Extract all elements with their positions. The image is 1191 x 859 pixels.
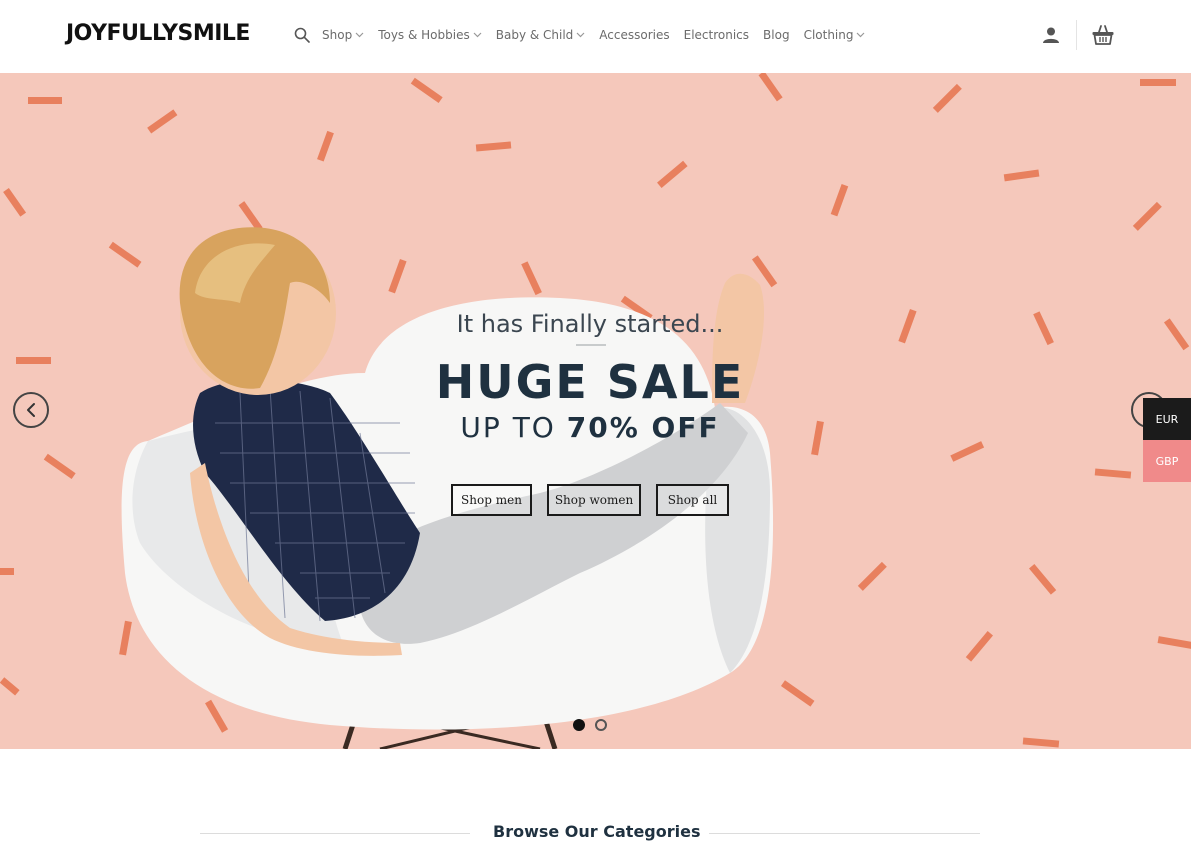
nav-item-label: Baby & Child [495, 28, 574, 42]
chevron-left-icon [27, 403, 35, 417]
heading-content: Browse Our Categories [485, 822, 701, 841]
nav-item-label: Shop [322, 28, 353, 42]
hero-kicker: It has Finally started... [420, 310, 760, 338]
basket-icon[interactable] [1091, 23, 1115, 47]
currency-option-eur[interactable]: EUR [1143, 398, 1191, 440]
nav-item-clothing[interactable]: Clothing [804, 28, 866, 42]
site-header: JOYFULLYSMILE Shop Toys & Hobbies Baby &… [0, 0, 1191, 73]
search-icon[interactable] [294, 27, 310, 43]
nav-item-accessories[interactable]: Accessories [599, 28, 669, 42]
hero-subtitle: UP TO 70% OFF [400, 411, 780, 444]
nav-item-label: Accessories [599, 28, 670, 42]
slider-dot-2[interactable] [595, 719, 607, 731]
nav-item-label: Electronics [683, 28, 750, 42]
user-icon[interactable] [1042, 26, 1060, 44]
shop-men-button[interactable]: Shop men [451, 484, 532, 516]
nav-item-label: Toys & Hobbies [378, 28, 470, 42]
hero-kicker-underline [576, 344, 606, 346]
hero-buttons: Shop men Shop women Shop all [451, 484, 744, 516]
nav-item-label: Clothing [803, 28, 854, 42]
nav-item-electronics[interactable]: Electronics [684, 28, 749, 42]
chevron-down-icon [857, 32, 865, 38]
chevron-down-icon [355, 32, 364, 38]
heading-divider-left [200, 833, 470, 834]
nav-item-label: Blog [763, 28, 790, 42]
site-logo[interactable]: JOYFULLYSMILE [66, 21, 250, 46]
header-divider [1076, 20, 1077, 50]
chevron-down-icon [576, 32, 585, 38]
shop-all-button[interactable]: Shop all [656, 484, 729, 516]
hero-subtitle-highlight: 70% OFF [566, 411, 720, 444]
nav-item-toys-hobbies[interactable]: Toys & Hobbies [378, 28, 482, 42]
currency-option-gbp[interactable]: GBP [1143, 440, 1191, 482]
nav-item-shop[interactable]: Shop [322, 28, 364, 42]
slider-dots [573, 719, 617, 731]
hero-subtitle-prefix: UP TO [460, 411, 567, 444]
hero-title: HUGE SALE [435, 355, 745, 409]
slider-prev-button[interactable] [13, 392, 49, 428]
main-nav: Shop Toys & Hobbies Baby & Child Accesso… [322, 26, 879, 44]
section-title-text: Browse Our Categories [493, 822, 701, 841]
nav-item-blog[interactable]: Blog [763, 28, 790, 42]
shop-women-button[interactable]: Shop women [547, 484, 641, 516]
nav-item-baby-child[interactable]: Baby & Child [496, 28, 586, 42]
hero-slider: It has Finally started... HUGE SALE UP T… [0, 73, 1191, 749]
chevron-down-icon [473, 32, 482, 38]
categories-section-heading: Browse Our Categories [200, 822, 980, 846]
slider-dot-1[interactable] [573, 719, 585, 731]
currency-switcher: EUR GBP [1143, 398, 1191, 482]
hero-kicker-text: It has Finally started... [456, 310, 724, 338]
heading-divider-right [709, 833, 980, 834]
